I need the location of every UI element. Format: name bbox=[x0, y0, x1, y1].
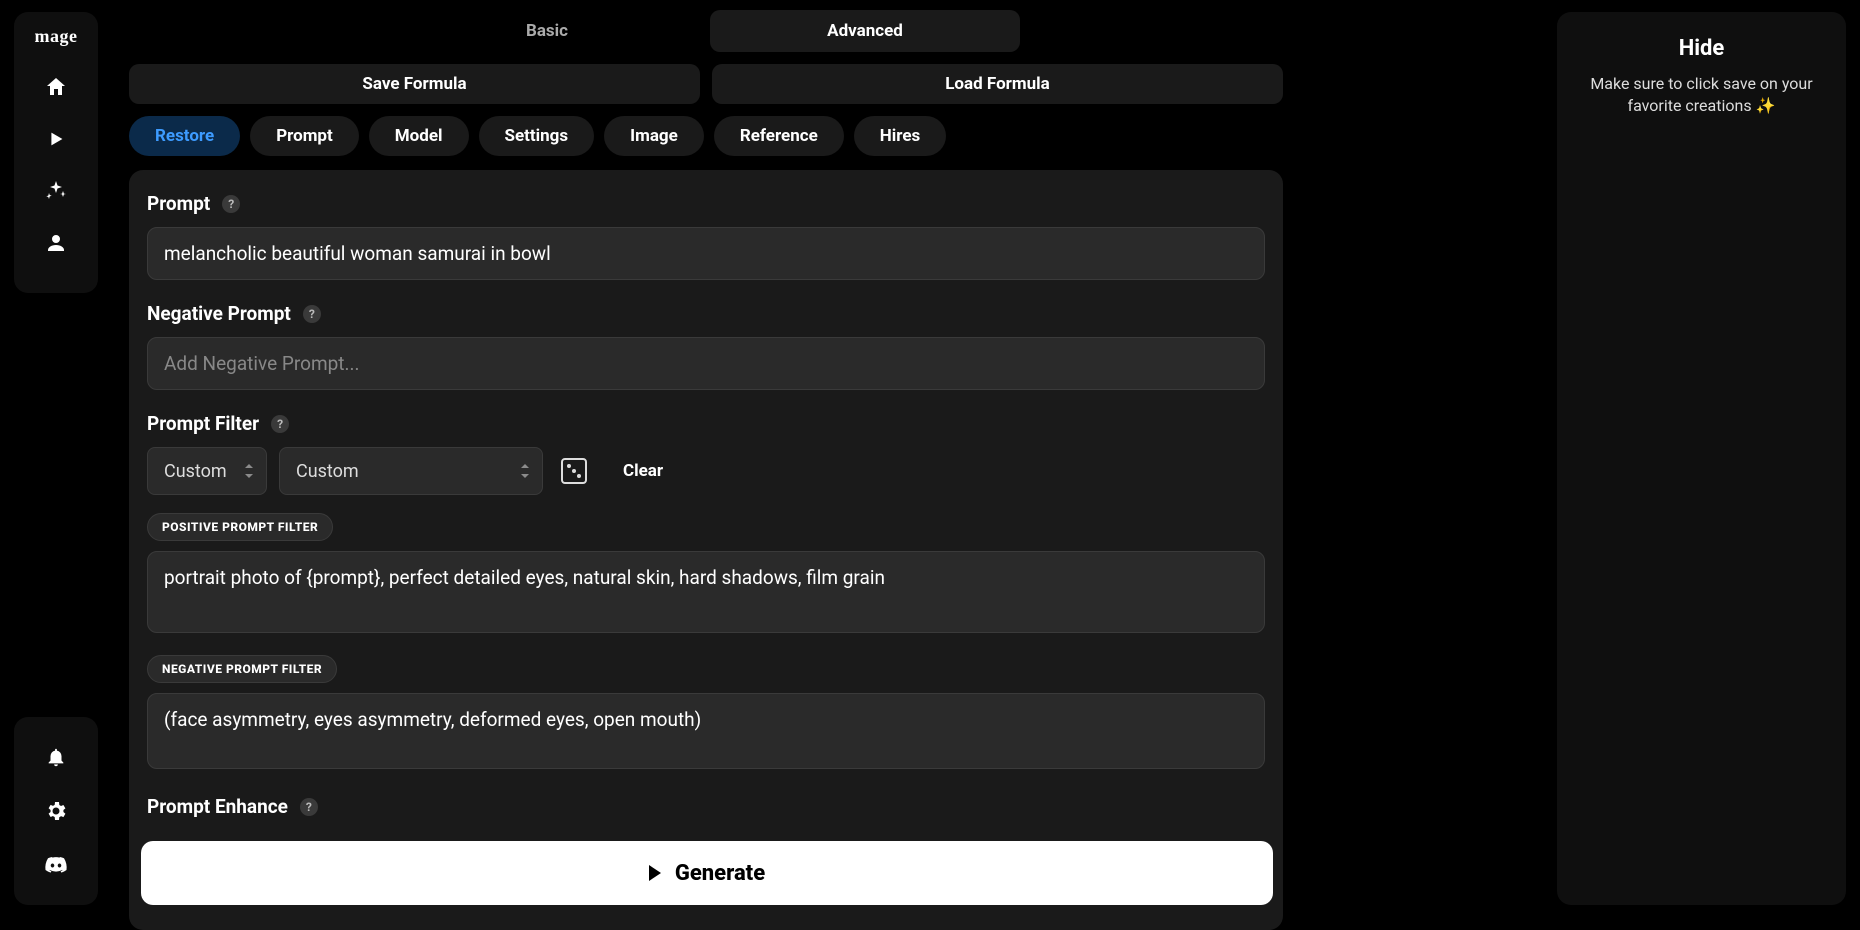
discord-icon[interactable] bbox=[44, 853, 68, 877]
home-icon[interactable] bbox=[44, 75, 68, 99]
hide-button[interactable]: Hide bbox=[1577, 36, 1826, 61]
chip-prompt[interactable]: Prompt bbox=[250, 116, 359, 156]
chip-settings[interactable]: Settings bbox=[479, 116, 595, 156]
filter-select-2[interactable]: Custom bbox=[279, 447, 543, 495]
help-icon[interactable]: ? bbox=[300, 798, 318, 816]
filter-select-1[interactable]: Custom bbox=[147, 447, 267, 495]
prompt-label: Prompt bbox=[147, 192, 210, 215]
help-icon[interactable]: ? bbox=[222, 195, 240, 213]
dice-icon[interactable] bbox=[561, 458, 587, 484]
positive-filter-pill: POSITIVE PROMPT FILTER bbox=[147, 513, 333, 541]
generate-label: Generate bbox=[675, 861, 765, 886]
right-panel: Hide Make sure to click save on your fav… bbox=[1557, 12, 1846, 905]
play-icon bbox=[649, 865, 661, 881]
right-panel-message: Make sure to click save on your favorite… bbox=[1577, 73, 1826, 118]
load-formula-button[interactable]: Load Formula bbox=[712, 64, 1283, 104]
tab-advanced[interactable]: Advanced bbox=[710, 10, 1020, 52]
negative-prompt-input[interactable] bbox=[147, 337, 1265, 390]
save-formula-button[interactable]: Save Formula bbox=[129, 64, 700, 104]
prompt-filter-label: Prompt Filter bbox=[147, 412, 259, 435]
tab-basic[interactable]: Basic bbox=[392, 10, 702, 52]
generate-button[interactable]: Generate bbox=[141, 841, 1273, 905]
help-icon[interactable]: ? bbox=[271, 415, 289, 433]
settings-card: Prompt ? Negative Prompt ? Prompt Filter… bbox=[129, 170, 1283, 930]
filter-select-2-value: Custom bbox=[296, 461, 359, 482]
filter-select-1-value: Custom bbox=[164, 461, 227, 482]
gear-icon[interactable] bbox=[44, 799, 68, 823]
negative-filter-pill: NEGATIVE PROMPT FILTER bbox=[147, 655, 337, 683]
chip-model[interactable]: Model bbox=[369, 116, 469, 156]
left-sidebar-bottom bbox=[14, 717, 98, 905]
bell-icon[interactable] bbox=[44, 745, 68, 769]
main-content: Basic Advanced Save Formula Load Formula… bbox=[129, 10, 1283, 930]
nav-chips: Restore Prompt Model Settings Image Refe… bbox=[129, 116, 1283, 156]
logo: mage bbox=[35, 26, 78, 47]
mode-tabs: Basic Advanced bbox=[129, 10, 1283, 52]
clear-button[interactable]: Clear bbox=[623, 461, 663, 481]
help-icon[interactable]: ? bbox=[303, 305, 321, 323]
positive-filter-input[interactable] bbox=[147, 551, 1265, 633]
chip-reference[interactable]: Reference bbox=[714, 116, 844, 156]
negative-filter-input[interactable] bbox=[147, 693, 1265, 769]
chip-hires[interactable]: Hires bbox=[854, 116, 946, 156]
left-sidebar-top: mage bbox=[14, 12, 98, 293]
prompt-enhance-label: Prompt Enhance bbox=[147, 795, 288, 818]
prompt-input[interactable] bbox=[147, 227, 1265, 280]
formula-buttons: Save Formula Load Formula bbox=[129, 64, 1283, 104]
sparkles-icon[interactable] bbox=[44, 179, 68, 203]
negative-prompt-label: Negative Prompt bbox=[147, 302, 291, 325]
chip-image[interactable]: Image bbox=[604, 116, 704, 156]
play-icon[interactable] bbox=[44, 127, 68, 151]
user-icon[interactable] bbox=[44, 231, 68, 255]
chip-restore[interactable]: Restore bbox=[129, 116, 240, 156]
